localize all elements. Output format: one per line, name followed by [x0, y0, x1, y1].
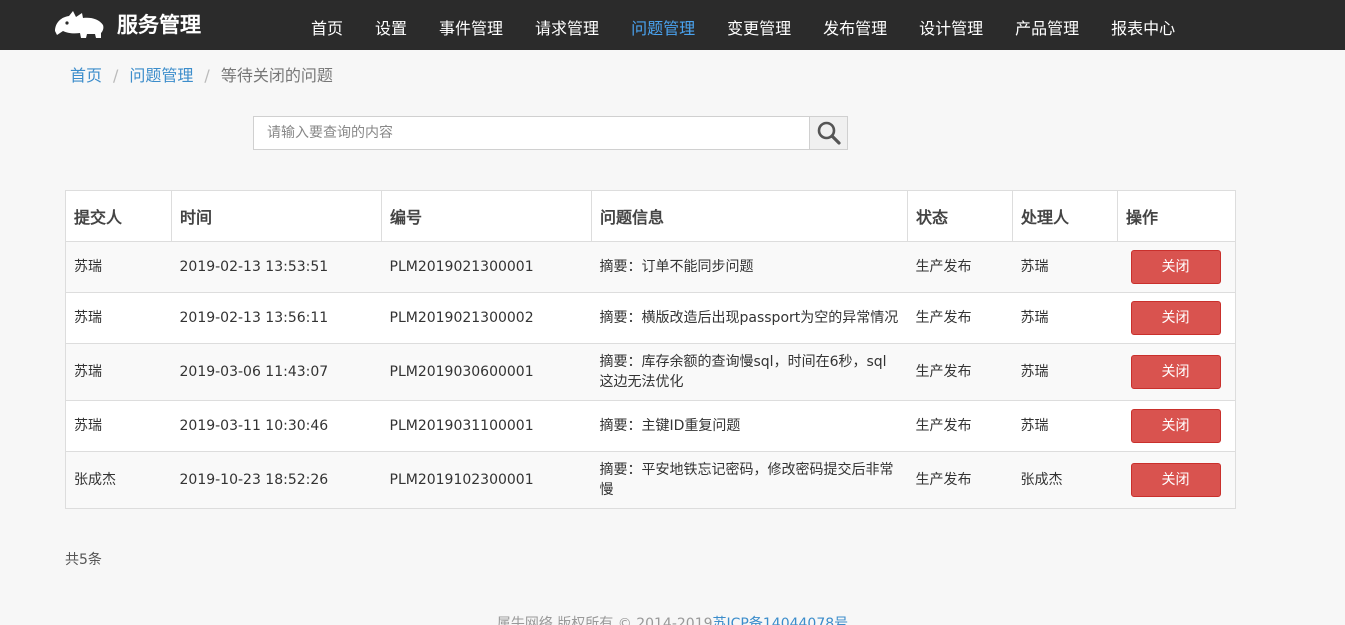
cell-action: 关闭 [1117, 292, 1236, 344]
cell-time: 2019-03-11 10:30:46 [171, 400, 382, 452]
cell-info: 摘要：订单不能同步问题 [591, 241, 908, 293]
header-time: 时间 [171, 190, 382, 242]
cell-time: 2019-02-13 13:56:11 [171, 292, 382, 344]
cell-info: 摘要：横版改造后出现passport为空的异常情况 [591, 292, 908, 344]
cell-status: 生产发布 [907, 400, 1013, 452]
nav-item-release[interactable]: 发布管理 [807, 0, 903, 50]
cell-time: 2019-02-13 13:53:51 [171, 241, 382, 293]
nav-item-reports[interactable]: 报表中心 [1095, 0, 1191, 50]
close-problem-button[interactable]: 关闭 [1130, 463, 1221, 497]
cell-status: 生产发布 [907, 241, 1013, 293]
cell-handler: 苏瑞 [1012, 241, 1118, 293]
problem-table: 提交人 时间 编号 问题信息 状态 处理人 操作 苏瑞 2019-02-13 1… [65, 190, 1236, 509]
header-action: 操作 [1117, 190, 1236, 242]
cell-handler: 苏瑞 [1012, 400, 1118, 452]
cell-submitter: 苏瑞 [65, 400, 172, 452]
header-status: 状态 [907, 190, 1013, 242]
table-row: 苏瑞 2019-03-06 11:43:07 PLM2019030600001 … [65, 343, 1236, 401]
cell-status: 生产发布 [907, 451, 1013, 509]
cell-code: PLM2019021300002 [381, 292, 592, 344]
close-problem-button[interactable]: 关闭 [1130, 355, 1221, 389]
search-bar [253, 116, 848, 150]
cell-code: PLM2019031100001 [381, 400, 592, 452]
breadcrumb-separator: / [204, 66, 210, 85]
cell-status: 生产发布 [907, 292, 1013, 344]
cell-submitter: 张成杰 [65, 451, 172, 509]
footer-copyright: 属牛网络 版权所有 © 2014-2019 [496, 616, 713, 625]
cell-submitter: 苏瑞 [65, 343, 172, 401]
table-row: 张成杰 2019-10-23 18:52:26 PLM2019102300001… [65, 451, 1236, 509]
search-icon [817, 121, 841, 145]
cell-status: 生产发布 [907, 343, 1013, 401]
table-row: 苏瑞 2019-03-11 10:30:46 PLM2019031100001 … [65, 400, 1236, 452]
header-code: 编号 [381, 190, 592, 242]
footer-icp-link[interactable]: 苏ICP备14044078号 [713, 616, 849, 625]
cell-submitter: 苏瑞 [65, 292, 172, 344]
cell-submitter: 苏瑞 [65, 241, 172, 293]
total-count: 共5条 [65, 552, 102, 568]
nav-item-request[interactable]: 请求管理 [519, 0, 615, 50]
nav-item-problem[interactable]: 问题管理 [615, 0, 711, 50]
top-navbar: 服务管理 首页 设置 事件管理 请求管理 问题管理 变更管理 发布管理 设计管理… [0, 0, 1345, 50]
header-submitter: 提交人 [65, 190, 172, 242]
nav-item-product[interactable]: 产品管理 [999, 0, 1095, 50]
close-problem-button[interactable]: 关闭 [1130, 301, 1221, 335]
breadcrumb-current: 等待关闭的问题 [220, 66, 333, 85]
app-brand-title[interactable]: 服务管理 [117, 12, 201, 38]
breadcrumb-separator: / [113, 66, 119, 85]
footer: 属牛网络 版权所有 © 2014-2019苏ICP备14044078号 [0, 614, 1345, 625]
cell-handler: 苏瑞 [1012, 343, 1118, 401]
cell-code: PLM2019102300001 [381, 451, 592, 509]
cell-info: 摘要：主键ID重复问题 [591, 400, 908, 452]
close-problem-button[interactable]: 关闭 [1130, 409, 1221, 443]
cell-action: 关闭 [1117, 400, 1236, 452]
cell-time: 2019-10-23 18:52:26 [171, 451, 382, 509]
header-info: 问题信息 [591, 190, 908, 242]
search-button[interactable] [809, 117, 847, 149]
cell-handler: 苏瑞 [1012, 292, 1118, 344]
cell-action: 关闭 [1117, 241, 1236, 293]
rhino-logo-icon[interactable] [53, 10, 105, 40]
close-problem-button[interactable]: 关闭 [1130, 250, 1221, 284]
cell-action: 关闭 [1117, 343, 1236, 401]
cell-info: 摘要：库存余额的查询慢sql，时间在6秒，sql这边无法优化 [591, 343, 908, 401]
breadcrumb-section-link[interactable]: 问题管理 [129, 66, 193, 86]
cell-code: PLM2019021300001 [381, 241, 592, 293]
cell-handler: 张成杰 [1012, 451, 1118, 509]
table-header-row: 提交人 时间 编号 问题信息 状态 处理人 操作 [65, 190, 1236, 242]
breadcrumb-home-link[interactable]: 首页 [70, 66, 102, 86]
main-menu: 首页 设置 事件管理 请求管理 问题管理 变更管理 发布管理 设计管理 产品管理… [295, 0, 1191, 50]
table-row: 苏瑞 2019-02-13 13:53:51 PLM2019021300001 … [65, 241, 1236, 293]
nav-item-settings[interactable]: 设置 [359, 0, 423, 50]
search-input[interactable] [254, 117, 810, 149]
cell-info: 摘要：平安地铁忘记密码，修改密码提交后非常慢 [591, 451, 908, 509]
nav-item-home[interactable]: 首页 [295, 0, 359, 50]
cell-time: 2019-03-06 11:43:07 [171, 343, 382, 401]
header-handler: 处理人 [1012, 190, 1118, 242]
nav-item-incident[interactable]: 事件管理 [423, 0, 519, 50]
cell-code: PLM2019030600001 [381, 343, 592, 401]
table-row: 苏瑞 2019-02-13 13:56:11 PLM2019021300002 … [65, 292, 1236, 344]
breadcrumb: 首页 / 问题管理 / 等待关闭的问题 [70, 66, 333, 86]
cell-action: 关闭 [1117, 451, 1236, 509]
nav-item-design[interactable]: 设计管理 [903, 0, 999, 50]
nav-item-change[interactable]: 变更管理 [711, 0, 807, 50]
